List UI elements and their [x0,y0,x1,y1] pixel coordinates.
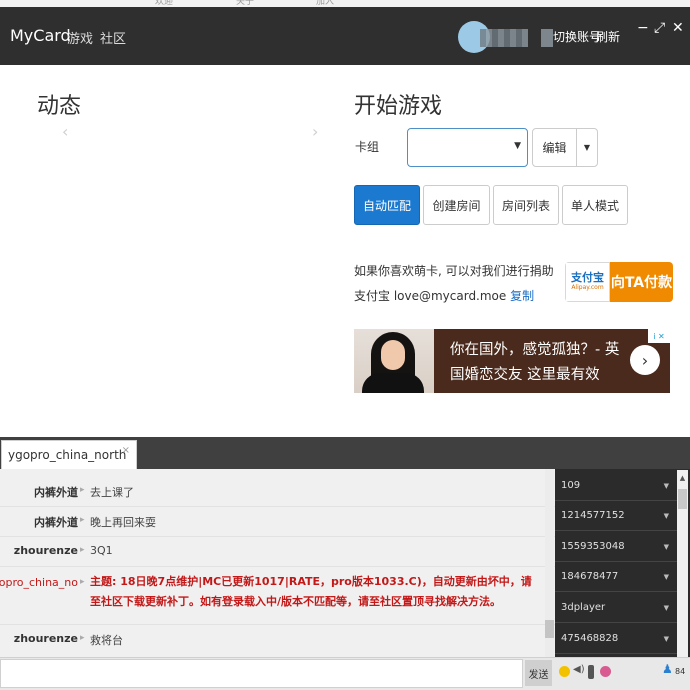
user-name: 475468828 [561,633,619,644]
ad-person-image [354,329,434,393]
chat-input[interactable] [0,659,523,688]
alipay-logo: 支付宝 Alipay.com [565,262,610,302]
start-game-title: 开始游戏 [354,94,443,119]
chat-message: 内裤外道 ▸ 去上课了 [0,477,555,507]
room-list-button[interactable]: 房间列表 [493,185,559,225]
edit-deck-button[interactable]: 编辑 [532,128,577,167]
carousel-next-icon[interactable]: › [312,122,318,141]
caret-down-icon: ▼ [583,143,591,152]
messages-scrollbar-thumb[interactable] [545,620,554,638]
donate-text: 如果你喜欢萌卡, 可以对我们进行捐助 [354,264,554,278]
arrow-icon: ▸ [80,485,85,495]
chat-message: 内裤外道 ▸ 晚上再回来耍 [0,507,555,537]
username-redacted [480,29,528,47]
user-list-item[interactable]: 1214577152 ▼ [555,502,677,531]
user-name: 3dplayer [561,602,606,613]
user-list-item[interactable]: 3dplayer ▼ [555,594,677,623]
alipay-logo-subtext: Alipay.com [571,284,604,291]
deck-label: 卡组 [355,140,380,154]
caret-down-icon[interactable]: ▼ [664,543,669,551]
message-text: 救将台 [90,634,123,647]
alipay-pay-label: 向TA付款 [610,262,673,302]
message-text: 晚上再回来耍 [90,516,156,529]
carousel-prev-icon[interactable]: ‹ [62,122,68,141]
caret-down-icon[interactable]: ▼ [664,635,669,643]
message-sender[interactable]: 内裤外道 [34,484,78,500]
single-mode-button[interactable]: 单人模式 [562,185,628,225]
caret-down-icon[interactable]: ▼ [664,512,669,520]
minimize-icon[interactable]: − [637,20,649,36]
message-sender[interactable]: ygopro_china_no [0,576,78,589]
sound-icon[interactable]: ◀) [573,664,585,678]
arrow-icon: ▸ [80,545,85,555]
emoji-icon[interactable] [559,666,570,677]
user-list-item[interactable]: 184678477 ▼ [555,563,677,592]
arrow-icon: ▸ [80,577,85,587]
edit-dropdown-toggle[interactable]: ▼ [576,128,598,167]
maximize-icon[interactable]: ⤢ [654,20,665,36]
arrow-icon: ▸ [80,515,85,525]
caret-down-icon[interactable]: ▼ [664,482,669,490]
caret-down-icon: ▼ [514,141,521,151]
message-text: 去上课了 [90,486,134,499]
brand-logo[interactable]: MyCard [10,26,71,45]
message-text: 3Q1 [90,544,113,557]
users-scrollbar-thumb[interactable] [678,489,687,509]
user-name: 184678477 [561,571,619,582]
user-list-item[interactable]: 475468828 ▼ [555,625,677,654]
redacted-block [541,29,553,47]
app-window: 欢迎 关于 加入 MyCard 游戏 社区 切换账号 刷新 − ⤢ ✕ 动态 ‹… [0,0,690,690]
send-button[interactable]: 发送 [525,660,552,686]
close-icon[interactable]: ✕ [672,20,684,36]
chat-message-system: ygopro_china_no ▸ 主题: 18日晚7点维护|MC已更新1017… [0,567,555,625]
alipay-account: 支付宝 love@mycard.moe [354,289,507,303]
chat-message: zhourenze ▸ 3Q1 [0,537,555,567]
switch-account-link[interactable]: 切换账号 [553,28,601,45]
donate-account: 支付宝 love@mycard.moe 复制 [354,287,534,304]
users-scrollbar[interactable] [677,487,688,657]
user-name: 109 [561,480,581,491]
dynamics-title: 动态 [37,94,82,119]
nav-community[interactable]: 社区 [100,28,126,47]
user-name: 1214577152 [561,510,625,521]
message-sender[interactable]: zhourenze [14,632,78,645]
arrow-icon: ▸ [80,633,85,643]
alipay-pay-button[interactable]: 支付宝 Alipay.com 向TA付款 [565,262,673,302]
copy-link[interactable]: 复制 [510,289,534,303]
app-header: MyCard 游戏 社区 切换账号 刷新 − ⤢ ✕ [0,7,690,65]
flower-icon[interactable] [600,666,611,677]
alipay-logo-text: 支付宝 [571,271,604,284]
top-strip: 欢迎 关于 加入 [0,0,690,7]
auto-match-button[interactable]: 自动匹配 [354,185,420,225]
message-sender[interactable]: zhourenze [14,544,78,557]
chat-messages: 内裤外道 ▸ 去上课了 内裤外道 ▸ 晚上再回来耍 zhourenze ▸ 3Q… [0,469,555,657]
user-list-item[interactable]: 1559353048 ▼ [555,533,677,562]
user-list-item[interactable]: 109 ▼ [555,472,677,501]
ad-choices-icon[interactable]: i ✕ [648,329,670,343]
top-strip-item[interactable]: 关于 [236,0,254,7]
close-icon[interactable]: × [122,445,130,456]
nav-games[interactable]: 游戏 [67,28,93,47]
ad-next-icon[interactable]: › [630,345,660,375]
deck-select[interactable]: ▼ [407,128,528,167]
ad-line-1: 你在国外，感觉孤独？- 英 [450,342,620,358]
scroll-up-icon[interactable]: ▲ [677,470,688,487]
user-name: 1559353048 [561,541,625,552]
refresh-link[interactable]: 刷新 [596,28,620,45]
chat-tab[interactable]: ygopro_china_north × [1,440,137,470]
caret-down-icon[interactable]: ▼ [664,573,669,581]
top-strip-item[interactable]: 欢迎 [155,0,173,7]
top-strip-item[interactable]: 加入 [316,0,334,7]
online-count: 84 [675,667,686,676]
phone-icon[interactable] [588,665,594,679]
message-sender[interactable]: 内裤外道 [34,514,78,530]
caret-down-icon[interactable]: ▼ [664,604,669,612]
message-text: 主题: 18日晚7点维护|MC已更新1017|RATE，pro版本1033.C)… [90,575,532,608]
ad-line-2: 国婚恋交友 这里最有效 [450,367,600,383]
ad-banner[interactable]: 你在国外，感觉孤独？- 英 国婚恋交友 这里最有效 [354,329,670,393]
create-room-button[interactable]: 创建房间 [423,185,490,225]
chat-message: zhourenze ▸ 救将台 [0,625,555,655]
chat-tab-label: ygopro_china_north [8,448,127,462]
users-icon[interactable]: ♟ [662,662,673,676]
